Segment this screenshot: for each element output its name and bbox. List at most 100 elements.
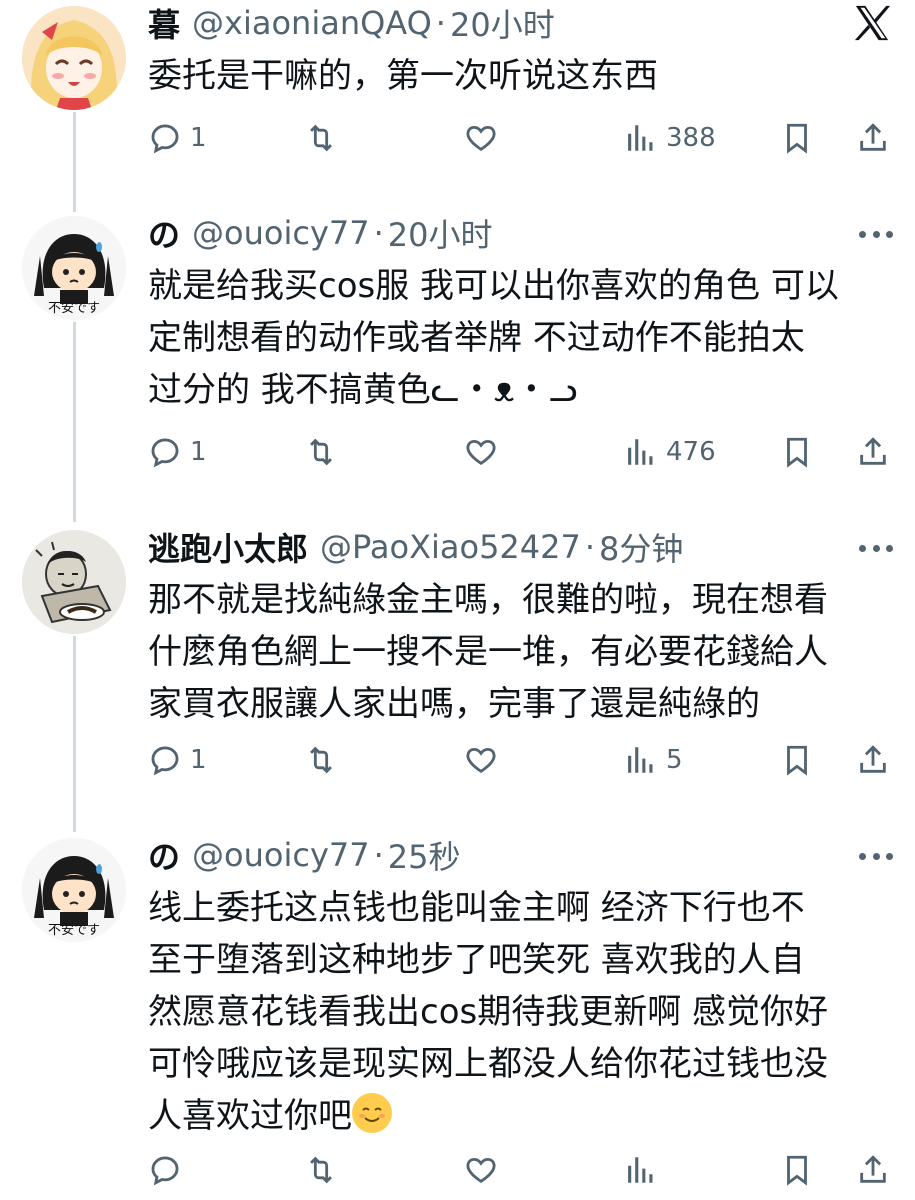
heart-icon bbox=[466, 125, 496, 151]
share-icon bbox=[860, 1155, 886, 1183]
share-icon bbox=[860, 123, 886, 151]
bookmark-icon bbox=[787, 1155, 807, 1186]
reply-count: 1 bbox=[190, 437, 207, 467]
separator-dot: · bbox=[435, 4, 446, 42]
tweet[interactable]: 不安です の @ouoicy77 · 20小时 就是给我买cos服 我可以出你喜… bbox=[0, 210, 915, 510]
more-options-icon[interactable] bbox=[859, 850, 893, 862]
tweet-text-line: 定制想看的动作或者举牌 不过动作不能拍太 bbox=[148, 318, 805, 358]
reply-button[interactable] bbox=[148, 1148, 182, 1192]
action-bar: 1 388 bbox=[148, 116, 892, 160]
avatar-caption: 不安です bbox=[48, 301, 100, 316]
timestamp[interactable]: 25秒 bbox=[388, 832, 461, 878]
tweet-text: 就是给我买cos服 我可以出你喜欢的角色 可以 定制想看的动作或者举牌 不过动作… bbox=[148, 260, 888, 416]
share-button[interactable] bbox=[856, 738, 890, 782]
sketch-avatar-icon bbox=[22, 530, 126, 634]
share-button[interactable] bbox=[856, 116, 890, 160]
tweet[interactable]: 逃跑小太郎 @PaoXiao52427 · 8分钟 那不就是找純綠金主嗎，很難的… bbox=[0, 524, 915, 824]
separator-dot: · bbox=[373, 836, 384, 874]
tweet-text-line: 什麼角色網上一搜不是一堆，有必要花錢給人 bbox=[148, 632, 828, 672]
more-options-icon[interactable] bbox=[859, 542, 893, 554]
avatar[interactable]: 不安です bbox=[22, 838, 126, 942]
share-icon bbox=[860, 745, 886, 773]
tweet-header: 逃跑小太郎 @PaoXiao52427 · 8分钟 bbox=[148, 526, 683, 568]
reply-count: 1 bbox=[190, 123, 207, 153]
retweet-button[interactable] bbox=[304, 738, 338, 782]
like-button[interactable] bbox=[464, 1148, 498, 1192]
separator-dot: · bbox=[584, 528, 596, 566]
user-handle[interactable]: @xiaonianQAQ bbox=[192, 4, 432, 42]
views-button[interactable] bbox=[624, 1148, 658, 1192]
tweet[interactable]: 暮 @xiaonianQAQ · 20小时 委托是干嘛的，第一次听说这东西 1 … bbox=[0, 0, 915, 200]
separator-dot: · bbox=[373, 214, 384, 252]
display-name[interactable]: の bbox=[148, 832, 180, 878]
user-handle[interactable]: @ouoicy77 bbox=[192, 836, 370, 874]
bookmark-icon bbox=[787, 745, 807, 776]
views-button[interactable]: 5 bbox=[624, 738, 683, 782]
tweet-text-line: 然愿意花钱看我出cos期待我更新啊 感觉你好 bbox=[148, 992, 829, 1032]
tweet-text-line: 家買衣服讓人家出嗎，完事了還是純綠的 bbox=[148, 684, 760, 724]
avatar[interactable] bbox=[22, 530, 126, 634]
display-name[interactable]: の bbox=[148, 210, 180, 256]
timestamp[interactable]: 8分钟 bbox=[599, 524, 683, 570]
retweet-icon bbox=[310, 124, 332, 152]
tweet-header: の @ouoicy77 · 25秒 bbox=[148, 834, 461, 876]
like-button[interactable] bbox=[464, 738, 498, 782]
views-button[interactable]: 476 bbox=[624, 430, 716, 474]
retweet-button[interactable] bbox=[304, 1148, 338, 1192]
tweet-text: 线上委托这点钱也能叫金主啊 经济下行也不 至于堕落到这种地步了吧笑死 喜欢我的人… bbox=[148, 882, 888, 1142]
user-handle[interactable]: @PaoXiao52427 bbox=[320, 528, 581, 566]
reply-button[interactable]: 1 bbox=[148, 116, 207, 160]
reply-icon bbox=[151, 438, 179, 468]
reply-icon bbox=[151, 124, 179, 154]
like-button[interactable] bbox=[464, 430, 498, 474]
tweet-text-line: 可怜哦应该是现实网上都没人给你花过钱也没 bbox=[148, 1044, 828, 1084]
more-options-icon[interactable] bbox=[859, 228, 893, 240]
tweet-text-line: 委托是干嘛的，第一次听说这东西 bbox=[148, 56, 658, 96]
views-button[interactable]: 388 bbox=[624, 116, 716, 160]
analytics-icon bbox=[628, 439, 653, 465]
timestamp[interactable]: 20小时 bbox=[450, 0, 555, 46]
analytics-icon bbox=[628, 747, 653, 773]
view-count: 388 bbox=[666, 123, 716, 153]
tweet-text: 委托是干嘛的，第一次听说这东西 bbox=[148, 50, 888, 102]
tweet-text-line: 线上委托这点钱也能叫金主啊 经济下行也不 bbox=[148, 888, 805, 928]
timestamp[interactable]: 20小时 bbox=[388, 210, 493, 256]
tweet-text: 那不就是找純綠金主嗎，很難的啦，現在想看 什麼角色網上一搜不是一堆，有必要花錢給… bbox=[148, 574, 888, 730]
user-handle[interactable]: @ouoicy77 bbox=[192, 214, 370, 252]
bookmark-button[interactable] bbox=[780, 430, 814, 474]
bookmark-button[interactable] bbox=[780, 1148, 814, 1192]
smiling-face-emoji-icon bbox=[352, 1093, 392, 1133]
reply-count: 1 bbox=[190, 745, 207, 775]
share-button[interactable] bbox=[856, 430, 890, 474]
chibi-avatar-icon: 不安です bbox=[22, 838, 126, 942]
avatar[interactable] bbox=[22, 6, 126, 110]
action-bar: 1 476 bbox=[148, 430, 892, 474]
tweet-text-line: 过分的 我不搞黄色ᓚ・ᴥ・ᓗ bbox=[148, 370, 578, 410]
retweet-icon bbox=[310, 1156, 332, 1184]
retweet-button[interactable] bbox=[304, 430, 338, 474]
tweet-text-line: 至于堕落到这种地步了吧笑死 喜欢我的人自 bbox=[148, 940, 805, 980]
share-button[interactable] bbox=[856, 1148, 890, 1192]
tweet-text-line: 人喜欢过你吧 bbox=[148, 1096, 352, 1136]
tweet[interactable]: 不安です の @ouoicy77 · 25秒 线上委托这点钱也能叫金主啊 经济下… bbox=[0, 832, 915, 1200]
reply-button[interactable]: 1 bbox=[148, 430, 207, 474]
bookmark-icon bbox=[787, 123, 807, 154]
retweet-icon bbox=[310, 438, 332, 466]
retweet-button[interactable] bbox=[304, 116, 338, 160]
action-bar: 1 5 bbox=[148, 738, 892, 782]
avatar[interactable]: 不安です bbox=[22, 216, 126, 320]
anime-girl-avatar-icon bbox=[22, 6, 126, 110]
bookmark-button[interactable] bbox=[780, 116, 814, 160]
reply-button[interactable]: 1 bbox=[148, 738, 207, 782]
retweet-icon bbox=[310, 746, 332, 774]
bookmark-icon bbox=[787, 437, 807, 468]
share-icon bbox=[860, 437, 886, 465]
action-bar bbox=[148, 1148, 892, 1192]
bookmark-button[interactable] bbox=[780, 738, 814, 782]
reply-icon bbox=[151, 1156, 179, 1186]
like-button[interactable] bbox=[464, 116, 498, 160]
heart-icon bbox=[466, 1157, 496, 1183]
reply-icon bbox=[151, 746, 179, 776]
display-name[interactable]: 暮 bbox=[148, 0, 180, 46]
display-name[interactable]: 逃跑小太郎 bbox=[148, 524, 308, 570]
